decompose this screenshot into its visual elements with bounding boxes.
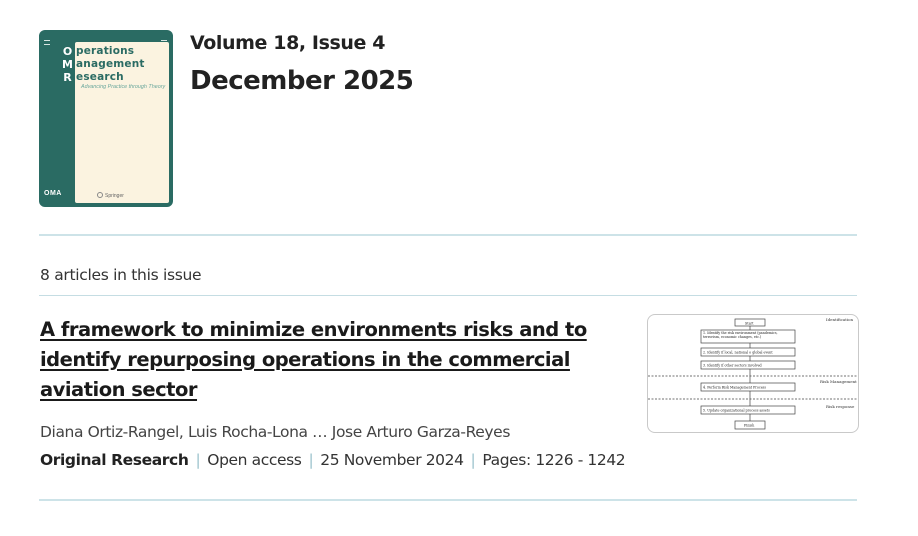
article-type: Original Research bbox=[40, 451, 189, 469]
springer-logo: Springer bbox=[97, 192, 124, 199]
figure-label-identification: Identification bbox=[826, 317, 854, 322]
cover-tagline: Advancing Practice through Theory bbox=[81, 84, 166, 90]
divider-count bbox=[39, 295, 857, 296]
figure-text-start: Start bbox=[745, 322, 754, 326]
figure-label-risk-response: Risk response bbox=[826, 404, 855, 409]
cover-letter-o: O bbox=[62, 45, 73, 58]
divider-bottom bbox=[39, 499, 857, 501]
figure-text-3: 3. Identify if other sectors involved bbox=[703, 364, 763, 368]
oma-logo: OMA bbox=[44, 190, 62, 197]
flowchart-figure: Identification Risk Management Risk resp… bbox=[648, 317, 858, 430]
cover-header-left: ▬▬ ▬▬ bbox=[44, 38, 50, 46]
article-title-link[interactable]: A framework to minimize environments ris… bbox=[40, 315, 640, 405]
article-figure-thumbnail[interactable]: Identification Risk Management Risk resp… bbox=[647, 314, 859, 433]
figure-label-risk-management: Risk Management bbox=[820, 379, 857, 384]
figure-text-5: 5. Update organizational process assets bbox=[703, 409, 770, 413]
article-meta: Original Research | Open access | 25 Novembe… bbox=[40, 451, 626, 469]
figure-text-1-wrap: 1. Identify the risk environment (pandem… bbox=[703, 330, 778, 339]
springer-horse-icon bbox=[97, 192, 103, 198]
springer-label: Springer bbox=[105, 193, 124, 199]
volume-issue: Volume 18, Issue 4 bbox=[190, 32, 386, 54]
meta-separator: | bbox=[308, 451, 314, 469]
article-authors: Diana Ortiz-Rangel, Luis Rocha-Lona … Jo… bbox=[40, 423, 510, 441]
meta-separator: | bbox=[470, 451, 476, 469]
figure-text-2: 2. Identify if local, national o global … bbox=[703, 351, 773, 355]
figure-text-1: 1. Identify the risk environment (pandem… bbox=[703, 330, 778, 339]
cover-letter-r: R bbox=[63, 71, 72, 84]
cover-title-line-1: perations bbox=[76, 45, 135, 57]
cover-letter-m: M bbox=[62, 58, 73, 71]
cover-title-line-2: anagement bbox=[76, 58, 145, 70]
article-published-date: 25 November 2024 bbox=[320, 451, 464, 469]
figure-text-4: 4. Perform Risk Management Process bbox=[703, 386, 766, 390]
issue-date: December 2025 bbox=[190, 66, 414, 96]
article-pages: Pages: 1226 - 1242 bbox=[482, 451, 626, 469]
journal-cover[interactable]: ▬▬ ▬▬ ▬▬ O M R perations anagement esearc… bbox=[39, 30, 173, 207]
cover-title-line-3: esearch bbox=[76, 71, 124, 83]
meta-separator: | bbox=[195, 451, 201, 469]
figure-text-finish: Finish bbox=[744, 424, 755, 428]
divider-header bbox=[39, 234, 857, 236]
article-count: 8 articles in this issue bbox=[40, 266, 202, 284]
article-access: Open access bbox=[207, 451, 302, 469]
